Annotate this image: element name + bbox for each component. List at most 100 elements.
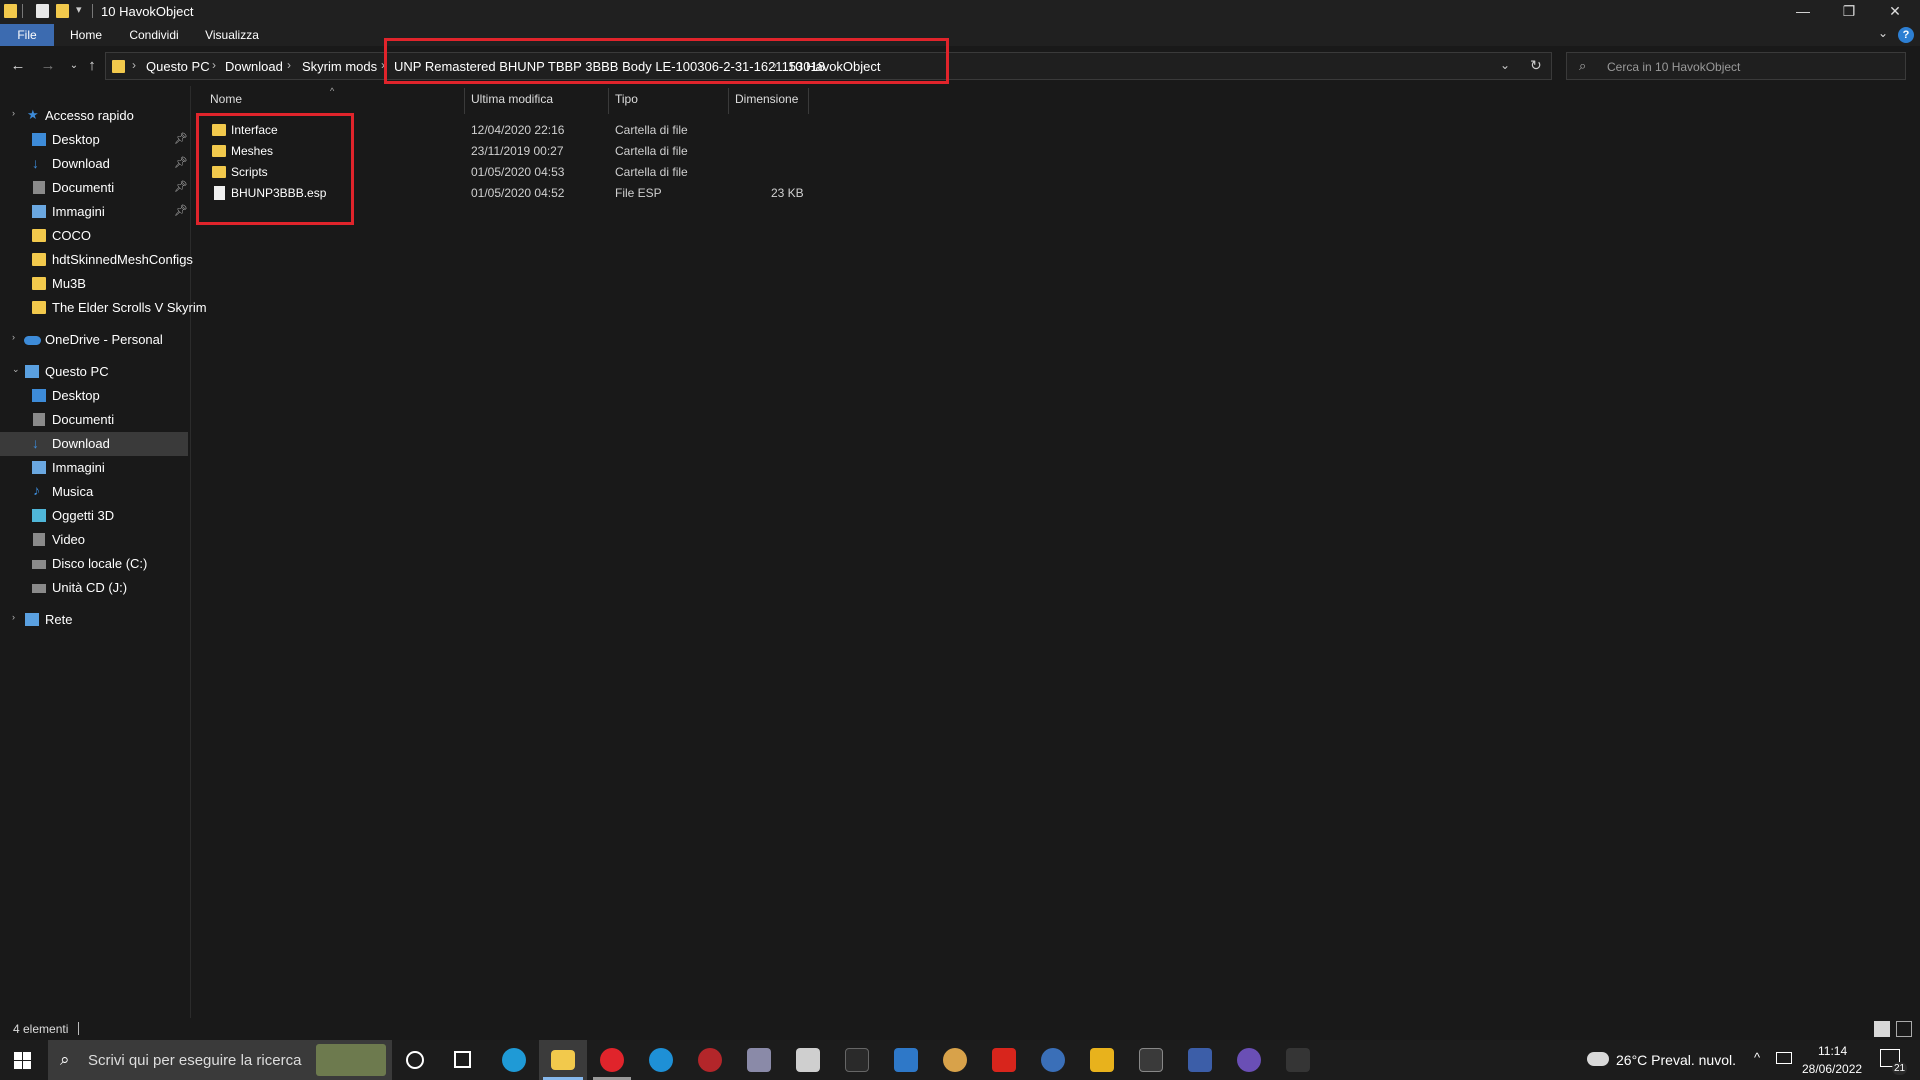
back-icon[interactable]: ←: [6, 56, 30, 76]
nav-quick-download[interactable]: ↓ Download 📌︎: [0, 152, 188, 176]
nav-pc-download[interactable]: ↓ Download: [0, 432, 188, 456]
pictures-icon: [32, 461, 46, 474]
nav-this-pc[interactable]: ⌄ Questo PC: [0, 360, 188, 384]
column-separator[interactable]: [808, 88, 809, 114]
nav-label: Questo PC: [45, 364, 109, 379]
properties-icon[interactable]: [36, 4, 49, 18]
address-dropdown-icon[interactable]: ⌄: [1500, 58, 1510, 72]
app-icon-grid[interactable]: [796, 1048, 820, 1072]
app-icon-tool[interactable]: [1139, 1048, 1163, 1072]
file-modified: 12/04/2020 22:16: [471, 123, 565, 137]
nav-onedrive[interactable]: › OneDrive - Personal: [0, 328, 188, 352]
nav-quick-mu3b[interactable]: Mu3B: [0, 272, 188, 296]
app-icon-hc[interactable]: [1237, 1048, 1261, 1072]
app-icon-window[interactable]: [894, 1048, 918, 1072]
cortana-icon[interactable]: [406, 1051, 424, 1069]
large-icons-view-icon[interactable]: [1896, 1021, 1912, 1037]
breadcrumb-skyrim-mods[interactable]: Skyrim mods: [302, 59, 377, 74]
refresh-icon[interactable]: ↻: [1530, 57, 1542, 74]
clock-date[interactable]: 28/06/2022: [1802, 1062, 1862, 1076]
nav-label: Download: [52, 156, 110, 171]
nav-pc-desktop[interactable]: Desktop: [0, 384, 188, 408]
nav-pc-immagini[interactable]: Immagini: [0, 456, 188, 480]
app-icon-yellow[interactable]: [1090, 1048, 1114, 1072]
documents-icon: [33, 181, 45, 194]
column-separator[interactable]: [728, 88, 729, 114]
opera-icon[interactable]: [600, 1048, 624, 1072]
expander-icon[interactable]: ⌄: [12, 364, 20, 375]
nav-pc-video[interactable]: Video: [0, 528, 188, 552]
customize-quick-access-icon[interactable]: ▾: [76, 3, 82, 16]
task-view-icon[interactable]: [454, 1051, 471, 1068]
network-icon[interactable]: [1776, 1052, 1792, 1064]
nav-pc-oggetti-3d[interactable]: Oggetti 3D: [0, 504, 188, 528]
nav-pc-cd-j[interactable]: Unità CD (J:): [0, 576, 188, 600]
app-icon-f[interactable]: [992, 1048, 1016, 1072]
up-icon[interactable]: ↑: [80, 56, 104, 76]
tab-view[interactable]: Visualizza: [198, 24, 266, 46]
file-size: 23 KB: [771, 186, 804, 200]
edge-icon[interactable]: [502, 1048, 526, 1072]
search-box[interactable]: ⌕ Cerca in 10 HavokObject: [1566, 52, 1906, 80]
app-icon-ff[interactable]: [1041, 1048, 1065, 1072]
title-bar: ▾ 10 HavokObject — ❐ ✕: [0, 0, 1920, 24]
help-icon[interactable]: ?: [1898, 27, 1914, 43]
nav-label: hdtSkinnedMeshConfigs: [52, 252, 193, 267]
tab-home[interactable]: Home: [62, 24, 110, 46]
expander-icon[interactable]: ›: [12, 108, 15, 118]
close-button[interactable]: ✕: [1872, 0, 1918, 24]
expand-ribbon-icon[interactable]: ⌄: [1878, 26, 1888, 40]
forward-icon[interactable]: →: [36, 56, 60, 76]
breadcrumb-separator: ›: [212, 58, 216, 72]
breadcrumb-download[interactable]: Download: [225, 59, 283, 74]
details-view-icon[interactable]: [1874, 1021, 1890, 1037]
restore-button[interactable]: ❐: [1826, 0, 1872, 24]
nav-quick-access[interactable]: › ★ Accesso rapido: [0, 104, 188, 128]
column-header-modified[interactable]: Ultima modifica: [471, 92, 553, 112]
app-icon-arrow[interactable]: [1286, 1048, 1310, 1072]
app-icon-paint[interactable]: [943, 1048, 967, 1072]
expander-icon[interactable]: ›: [12, 332, 15, 342]
ribbon-tabs: File Home Condividi Visualizza ⌄ ?: [0, 24, 1920, 46]
app-icon-pen[interactable]: [1188, 1048, 1212, 1072]
highlight-box-files: [196, 113, 354, 225]
nav-quick-hdtskinnedmeshconfigs[interactable]: hdtSkinnedMeshConfigs: [0, 248, 193, 272]
nav-quick-documenti[interactable]: Documenti 📌︎: [0, 176, 188, 200]
nav-pc-documenti[interactable]: Documenti: [0, 408, 188, 432]
minimize-button[interactable]: —: [1780, 0, 1826, 24]
clock-time[interactable]: 11:14: [1818, 1044, 1847, 1058]
windows-start-icon[interactable]: [14, 1052, 32, 1069]
column-header-name[interactable]: Nome: [210, 92, 242, 112]
column-header-size[interactable]: Dimensione: [735, 92, 798, 112]
folder-icon: [32, 301, 46, 314]
column-header-type[interactable]: Tipo: [615, 92, 638, 112]
app-icon-media[interactable]: [747, 1048, 771, 1072]
folder-icon: [32, 229, 46, 242]
tab-share[interactable]: Condividi: [120, 24, 188, 46]
breadcrumb-questo-pc[interactable]: Questo PC: [146, 59, 210, 74]
tab-file[interactable]: File: [0, 24, 54, 46]
nav-pc-disco-c[interactable]: Disco locale (C:): [0, 552, 188, 576]
column-separator[interactable]: [464, 88, 465, 114]
item-count: 4 elementi: [13, 1022, 69, 1036]
skype-icon[interactable]: [649, 1048, 673, 1072]
nav-quick-coco[interactable]: COCO: [0, 224, 188, 248]
app-icon-msi[interactable]: [845, 1048, 869, 1072]
nav-network[interactable]: › Rete: [0, 608, 188, 632]
nav-pc-musica[interactable]: ♪ Musica: [0, 480, 188, 504]
nav-quick-desktop[interactable]: Desktop 📌︎: [0, 128, 188, 152]
explorer-folder-icon: [4, 4, 17, 18]
highlight-box-breadcrumb: [384, 38, 949, 84]
file-explorer-icon[interactable]: [551, 1050, 575, 1070]
tray-overflow-icon[interactable]: ^: [1754, 1050, 1760, 1065]
nav-quick-elder-scrolls[interactable]: The Elder Scrolls V Skyrim: [0, 296, 207, 320]
new-folder-icon[interactable]: [56, 4, 69, 18]
column-separator[interactable]: [608, 88, 609, 114]
taskbar-search-box[interactable]: ⌕ Scrivi qui per eseguire la ricerca: [48, 1040, 392, 1080]
nav-quick-immagini[interactable]: Immagini 📌︎: [0, 200, 188, 224]
weather-text[interactable]: 26°C Preval. nuvol.: [1616, 1052, 1736, 1068]
expander-icon[interactable]: ›: [12, 612, 15, 622]
app-icon-red[interactable]: [698, 1048, 722, 1072]
file-type: Cartella di file: [615, 165, 688, 179]
cloud-icon: [24, 336, 41, 345]
